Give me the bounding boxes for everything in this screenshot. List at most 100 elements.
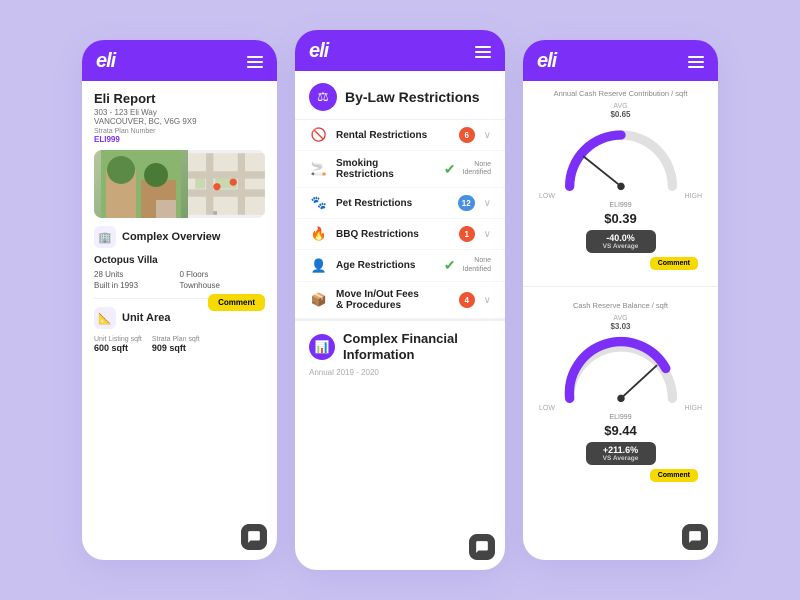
rental-restrictions-item[interactable]: 🚫 Rental Restrictions 6 ∨	[295, 120, 505, 151]
moveinout-label: Move In/Out Fees& Procedures	[336, 289, 452, 311]
hamburger-menu-card2[interactable]	[475, 46, 491, 58]
bbq-badge: 1	[459, 226, 475, 242]
age-icon: 👤	[309, 258, 329, 274]
gauge1-labels: LOW HIGH	[535, 193, 706, 200]
listing-val: 600 sqft	[94, 343, 142, 353]
rental-arrow-icon: ∨	[484, 130, 491, 141]
bylaw-icon: ⚖	[309, 83, 337, 111]
bbq-arrow-icon: ∨	[484, 229, 491, 240]
gauge1-avg-label: AVG $0.65	[535, 103, 706, 119]
gauge2-high: HIGH	[685, 405, 703, 412]
chat-icon-btn-card3[interactable]	[682, 524, 708, 550]
comment-button-card1[interactable]: Comment	[208, 294, 265, 311]
gauge1-eli-tag: ELI999	[535, 202, 706, 209]
bbq-restrictions-item[interactable]: 🔥 BBQ Restrictions 1 ∨	[295, 219, 505, 250]
pet-arrow-icon: ∨	[484, 198, 491, 209]
gauge2-avg-label: AVG $3.03	[535, 315, 706, 331]
chat-icon-btn-card2[interactable]	[469, 534, 495, 560]
logo-eli-card2: eli	[309, 40, 328, 63]
building-icon: 🏢	[94, 226, 116, 248]
smoking-label: SmokingRestrictions	[336, 158, 437, 180]
bylaw-title: By-Law Restrictions	[345, 89, 480, 105]
gauge2-low: LOW	[539, 405, 555, 412]
gauge2-labels: LOW HIGH	[535, 405, 706, 412]
complex-overview-header: 🏢 Complex Overview	[94, 226, 265, 248]
rental-badge: 6	[459, 127, 475, 143]
gauge1-high: HIGH	[685, 193, 703, 200]
moveinout-item[interactable]: 📦 Move In/Out Fees& Procedures 4 ∨	[295, 282, 505, 319]
units-label: 28 Units	[94, 270, 180, 279]
age-restrictions-item[interactable]: 👤 Age Restrictions ✔ NoneIdentified	[295, 250, 505, 282]
built-label: Built in 1993	[94, 281, 180, 290]
age-check-icon: ✔	[444, 257, 456, 274]
report-title: Eli Report	[94, 91, 265, 106]
card1-header: eli	[82, 40, 277, 81]
pet-restrictions-item[interactable]: 🐾 Pet Restrictions 12 ∨	[295, 188, 505, 219]
gauge-divider	[523, 286, 718, 287]
listing-sqft: Unit Listing sqft 600 sqft	[94, 336, 142, 353]
smoking-check-icon: ✔	[444, 161, 456, 178]
type-label: Townhouse	[180, 281, 266, 290]
gauge1-avg-val: $0.65	[610, 110, 630, 119]
gauge2-wrapper	[551, 333, 691, 403]
strata-sqft-label: Strata Plan sqft	[152, 336, 200, 343]
chat-icon	[247, 530, 261, 544]
map-grid	[188, 150, 265, 218]
unit-area-title: Unit Area	[122, 312, 171, 324]
strata-label: Strata Plan Number	[94, 128, 155, 135]
gauge1-section: Annual Cash Reserve Contribution / sqft …	[523, 81, 718, 280]
gauge2-avg-val: $3.03	[610, 322, 630, 331]
pet-label: Pet Restrictions	[336, 198, 451, 209]
rental-icon: 🚫	[309, 127, 329, 143]
moveinout-arrow-icon: ∨	[484, 295, 491, 306]
hamburger-menu-card3[interactable]	[688, 56, 704, 68]
gauge1-box: -40.0% VS Average	[586, 230, 656, 253]
unit-area-header: 📐 Unit Area	[94, 307, 208, 329]
card-bylaw: eli ⚖ By-Law Restrictions 🚫 Rental Restr…	[295, 30, 505, 570]
pet-icon: 🐾	[309, 195, 329, 211]
comment-button-gauge2[interactable]: Comment	[650, 469, 698, 482]
gauge1-vs: VS Average	[594, 243, 648, 250]
complex-overview-title: Complex Overview	[122, 231, 220, 243]
gauge2-vs: VS Average	[594, 455, 648, 462]
gauge2-svg	[551, 333, 691, 403]
pet-badge: 12	[458, 195, 475, 211]
gauge2-title: Cash Reserve Balance / sqft	[535, 301, 706, 311]
gauge1-low: LOW	[539, 193, 555, 200]
unit-area-section: 📐 Unit Area Unit Listing sqft 600 sqft S…	[94, 307, 265, 353]
chat-icon-card2	[475, 540, 489, 554]
strata-row: Strata Plan Number ELI999	[94, 128, 265, 144]
gauge1-price: $0.39	[535, 211, 706, 226]
strata-sqft: Strata Plan sqft 909 sqft	[152, 336, 200, 353]
financial-title: Complex FinancialInformation	[343, 331, 458, 362]
gauge2-section: Cash Reserve Balance / sqft AVG $3.03 LO…	[523, 293, 718, 492]
gauge1-pct: -40.0%	[594, 233, 648, 243]
bbq-label: BBQ Restrictions	[336, 229, 452, 240]
property-grid: 28 Units 0 Floors Built in 1993 Townhous…	[94, 270, 265, 290]
rental-label: Rental Restrictions	[336, 130, 452, 141]
map-photo	[94, 150, 188, 218]
gauge2-eli-tag: ELI999	[535, 414, 706, 421]
chat-icon-card3	[688, 530, 702, 544]
comment-button-gauge1[interactable]: Comment	[650, 257, 698, 270]
card3-header: eli	[523, 40, 718, 81]
card-financial: eli Annual Cash Reserve Contribution / s…	[523, 40, 718, 560]
moveinout-icon: 📦	[309, 292, 329, 308]
financial-sub: Annual 2019 - 2020	[309, 366, 491, 377]
chat-icon-btn-card1[interactable]	[241, 524, 267, 550]
bylaw-header: ⚖ By-Law Restrictions	[295, 71, 505, 120]
financial-icon: 📊	[309, 334, 335, 360]
map-area	[94, 150, 265, 218]
gauge2-pct: +211.6%	[594, 445, 648, 455]
gauge1-title: Annual Cash Reserve Contribution / sqft	[535, 89, 706, 99]
restriction-list: 🚫 Rental Restrictions 6 ∨ 🚬 SmokingRestr…	[295, 120, 505, 319]
strata-sqft-val: 909 sqft	[152, 343, 200, 353]
strata-val: ELI999	[94, 135, 155, 144]
age-none-text: NoneIdentified	[463, 257, 491, 274]
card-eli-report: eli Eli Report 303 - 123 Eli WayVANCOUVE…	[82, 40, 277, 560]
hamburger-menu-card1[interactable]	[247, 56, 263, 68]
financial-section: 📊 Complex FinancialInformation Annual 20…	[295, 319, 505, 383]
smoking-restrictions-item[interactable]: 🚬 SmokingRestrictions ✔ NoneIdentified	[295, 151, 505, 188]
gauge1-wrapper	[551, 121, 691, 191]
property-name: Octopus Villa	[94, 255, 265, 266]
